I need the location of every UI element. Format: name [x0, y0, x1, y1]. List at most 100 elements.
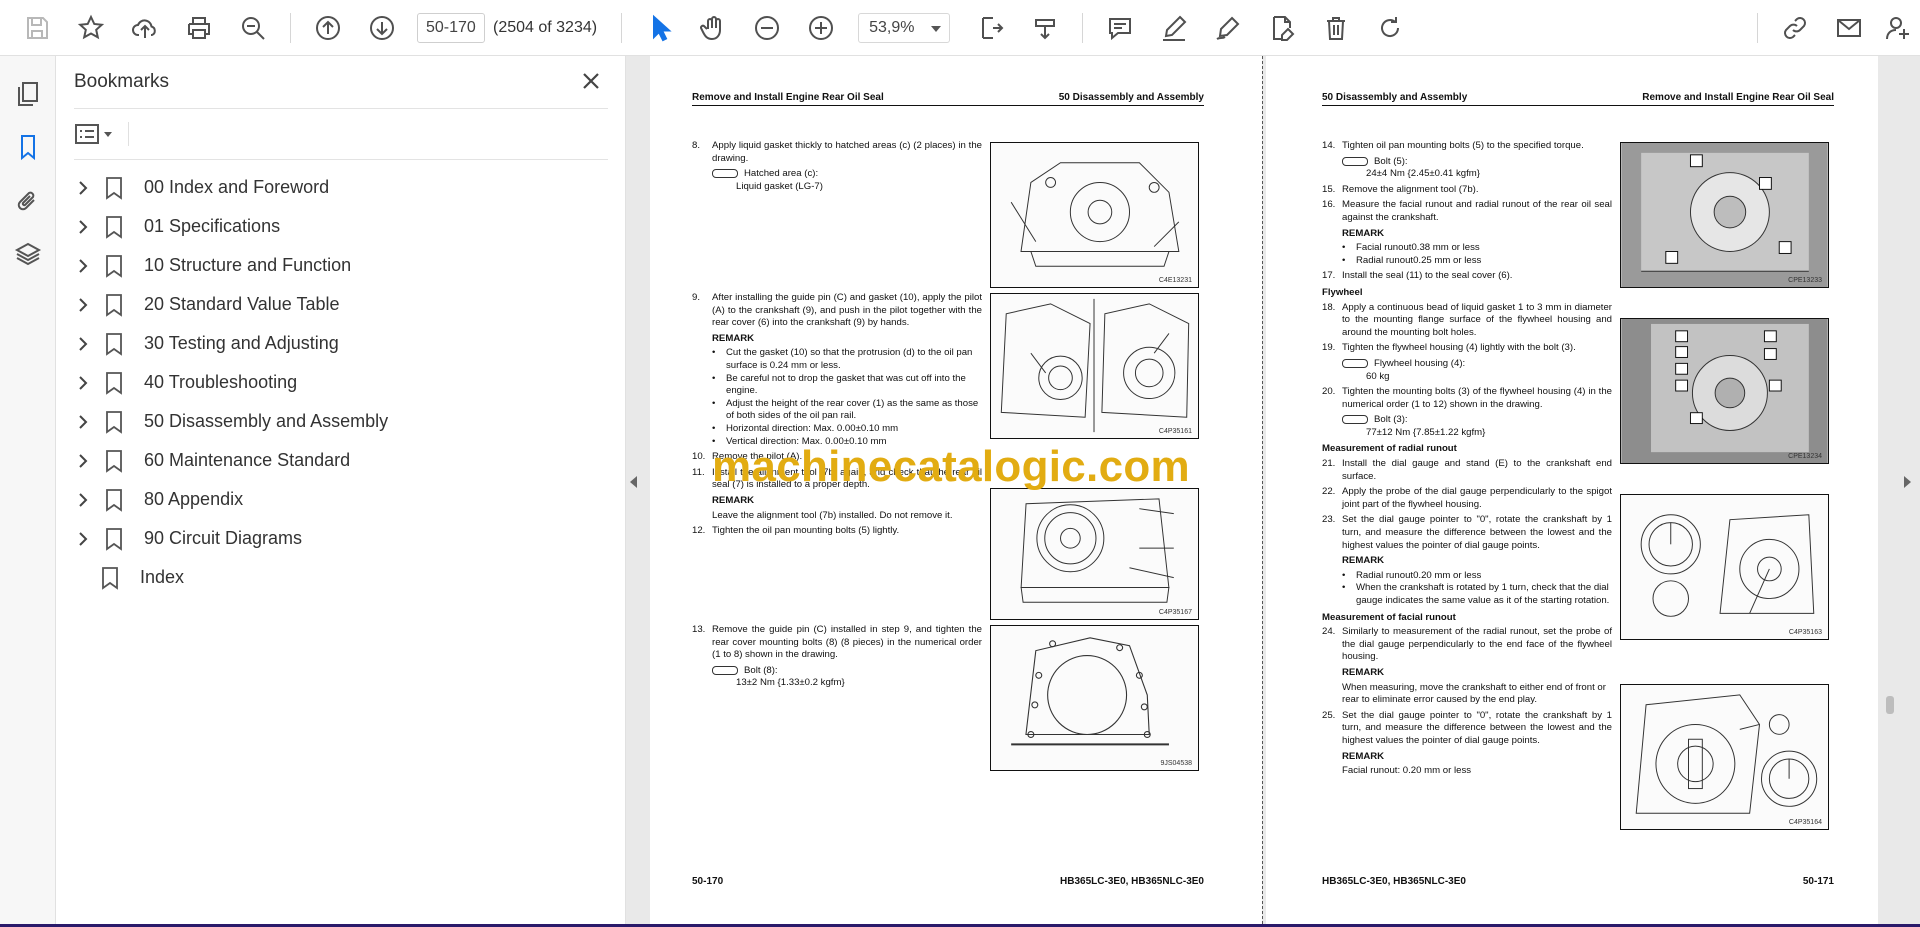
- bookmark-item[interactable]: 60 Maintenance Standard: [70, 441, 610, 480]
- upload-button[interactable]: [118, 8, 172, 48]
- remark-bullet: Be careful not to drop the gasket that w…: [726, 372, 966, 397]
- bookmark-star-button[interactable]: [64, 8, 118, 48]
- bookmark-item[interactable]: 00 Index and Foreword: [70, 168, 610, 207]
- gasket-drawing: [1011, 637, 1169, 746]
- bookmarks-button[interactable]: [12, 131, 44, 163]
- bookmark-item[interactable]: 50 Disassembly and Assembly: [70, 402, 610, 441]
- bookmark-item[interactable]: 90 Circuit Diagrams: [70, 519, 610, 558]
- bookmark-icon: [104, 293, 124, 317]
- step-number: 8.: [692, 140, 701, 151]
- save-button[interactable]: [10, 8, 64, 48]
- scrollbar-thumb[interactable]: [1886, 696, 1894, 714]
- bookmark-label: 10 Structure and Function: [144, 255, 352, 275]
- step-text: Tighten the oil pan mounting bolts (5) l…: [712, 525, 900, 537]
- bookmark-label: 90 Circuit Diagrams: [144, 528, 303, 548]
- remark-label: REMARK: [1342, 227, 1385, 239]
- bookmark-label: 01 Specifications: [144, 216, 281, 236]
- chevron-right-icon[interactable]: [76, 258, 90, 273]
- signature-pen-icon: [1216, 16, 1240, 40]
- page-number-input[interactable]: [417, 12, 485, 43]
- scroll-mode-button[interactable]: [1018, 8, 1072, 48]
- edit-pdf-button[interactable]: [1255, 8, 1309, 48]
- bookmark-label: 60 Maintenance Standard: [144, 450, 351, 470]
- chevron-right-icon[interactable]: [76, 492, 90, 507]
- zoom-out-button[interactable]: [740, 8, 794, 48]
- step-number: 16.: [1322, 199, 1336, 211]
- bookmark-item[interactable]: 01 Specifications: [70, 207, 610, 246]
- chevron-right-icon[interactable]: [76, 336, 90, 351]
- chevron-right-icon[interactable]: [76, 453, 90, 468]
- close-panel-button[interactable]: [578, 68, 604, 94]
- sub-label: Flywheel housing (4):: [1374, 357, 1466, 369]
- select-tool-button[interactable]: [632, 8, 686, 48]
- bookmark-item[interactable]: 80 Appendix: [70, 480, 610, 519]
- pen-icon: [1163, 15, 1187, 41]
- remark-bullet: Radial runout0.20 mm or less: [1356, 569, 1482, 581]
- comment-button[interactable]: [1093, 8, 1147, 48]
- sub-label: Bolt (5):: [1374, 155, 1408, 167]
- sub-value: 24±4 Nm {2.45±0.41 kgfm}: [1366, 168, 1480, 180]
- collapse-left-icon[interactable]: [630, 476, 637, 488]
- step-number: 15.: [1322, 183, 1336, 195]
- zoom-in-button[interactable]: [794, 8, 848, 48]
- chevron-right-icon[interactable]: [76, 219, 90, 234]
- step-text: Install the dial gauge and stand (E) to …: [1342, 458, 1612, 482]
- remark-text: Facial runout: 0.20 mm or less: [1342, 765, 1472, 777]
- attachments-button[interactable]: [12, 186, 44, 218]
- page-thumbnails-button[interactable]: [12, 78, 44, 110]
- chevron-right-icon[interactable]: [76, 375, 90, 390]
- remark-text: Leave the alignment tool (7b) installed.…: [712, 509, 953, 521]
- footer-left: 50-170: [692, 876, 724, 887]
- remark-bullet: When the crankshaft is rotated by 1 turn…: [1356, 582, 1610, 606]
- email-button[interactable]: [1822, 8, 1876, 48]
- figure-radial-runout: C4P35163: [1620, 494, 1829, 640]
- thumbnails-icon: [18, 82, 38, 106]
- sub-label: Bolt (8):: [744, 664, 778, 676]
- sub-label: Hatched area (c):: [744, 168, 819, 180]
- bookmark-label: 00 Index and Foreword: [144, 177, 330, 197]
- add-user-button[interactable]: [1876, 8, 1920, 48]
- find-button[interactable]: [226, 8, 280, 48]
- chevron-down-icon: [931, 25, 942, 32]
- link-icon: [1784, 16, 1806, 39]
- hand-tool-button[interactable]: [686, 8, 740, 48]
- share-link-button[interactable]: [1768, 8, 1822, 48]
- zoom-dropdown[interactable]: 53,9%: [858, 12, 951, 43]
- bookmark-item[interactable]: 40 Troubleshooting: [70, 363, 610, 402]
- bookmark-label: 20 Standard Value Table: [144, 294, 340, 314]
- bookmark-label: 30 Testing and Adjusting: [144, 333, 339, 353]
- highlight-button[interactable]: [1147, 8, 1201, 48]
- next-page-button[interactable]: [355, 8, 409, 48]
- bookmark-item[interactable]: 20 Standard Value Table: [70, 285, 610, 324]
- step-text: Install the seal (11) to the seal cover …: [1342, 270, 1513, 282]
- previous-page-button[interactable]: [301, 8, 355, 48]
- print-button[interactable]: [172, 8, 226, 48]
- bookmarks-title: Bookmarks: [74, 71, 170, 92]
- figure-code: 9JS04538: [1160, 760, 1192, 767]
- chevron-right-icon[interactable]: [76, 414, 90, 429]
- sign-button[interactable]: [1201, 8, 1255, 48]
- bookmark-icon: [104, 449, 124, 473]
- collapse-right-icon[interactable]: [1904, 476, 1911, 488]
- page-spread-divider: [1262, 56, 1263, 924]
- remark-label: REMARK: [1342, 750, 1385, 762]
- figure-oil-pan-bolts: CPE13233: [1620, 142, 1829, 288]
- layers-button[interactable]: [12, 238, 44, 270]
- header-right: 50 Disassembly and Assembly: [1058, 92, 1204, 103]
- page-fit-button[interactable]: [964, 8, 1018, 48]
- chevron-right-icon[interactable]: [76, 531, 90, 546]
- rotate-button[interactable]: [1363, 8, 1417, 48]
- bookmark-options-button[interactable]: [74, 118, 122, 150]
- step-number: 18.: [1322, 301, 1336, 313]
- bookmark-item[interactable]: 30 Testing and Adjusting: [70, 324, 610, 363]
- chevron-right-icon[interactable]: [76, 180, 90, 195]
- delete-button[interactable]: [1309, 8, 1363, 48]
- bookmark-item[interactable]: 10 Structure and Function: [70, 246, 610, 285]
- trash-icon: [1327, 16, 1346, 40]
- step-text: Remove the guide pin (C) installed in st…: [712, 624, 982, 661]
- chevron-right-icon[interactable]: [76, 297, 90, 312]
- step-text: Apply liquid gasket thickly to hatched a…: [712, 140, 982, 164]
- divider: [74, 159, 608, 160]
- bookmark-item[interactable]: Index: [66, 558, 610, 597]
- bookmark-icon: [104, 410, 124, 434]
